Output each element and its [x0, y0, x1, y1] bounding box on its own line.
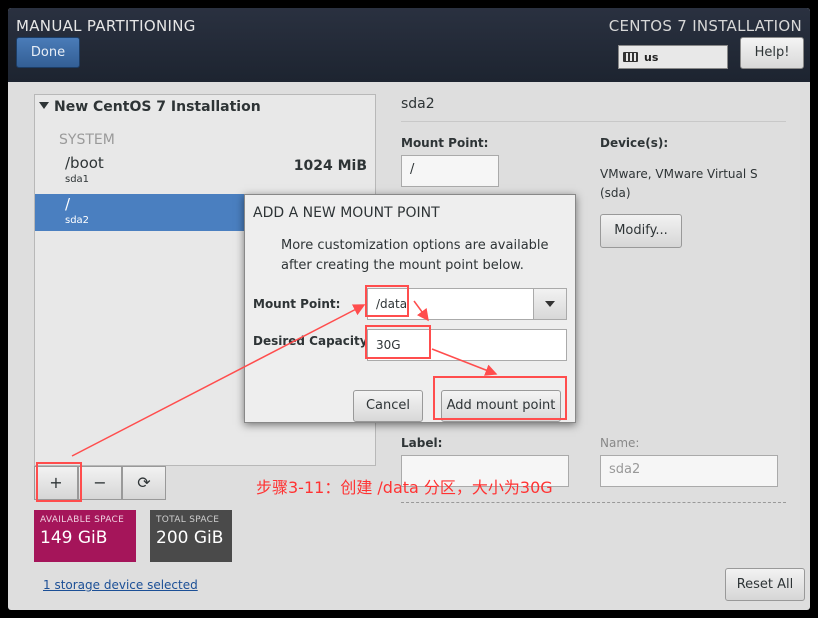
storage-devices-link[interactable]: 1 storage device selected — [43, 578, 198, 592]
available-space-box: AVAILABLE SPACE 149 GiB — [34, 510, 136, 562]
help-button[interactable]: Help! — [740, 37, 804, 69]
desired-capacity-input[interactable]: 30G — [367, 329, 567, 361]
keyboard-layout-label: us — [644, 50, 659, 64]
partition-device: sda2 — [65, 215, 90, 226]
installer-window: MANUAL PARTITIONING CENTOS 7 INSTALLATIO… — [8, 8, 810, 610]
installation-group-header[interactable]: New CentOS 7 Installation — [39, 99, 261, 115]
partition-device: sda1 — [65, 174, 90, 185]
partition-mount-point: / — [65, 195, 71, 213]
dialog-title: ADD A NEW MOUNT POINT — [253, 205, 440, 221]
available-space-value: 149 GiB — [40, 528, 108, 548]
total-space-box: TOTAL SPACE 200 GiB — [150, 510, 232, 562]
devices-value: VMware, VMware Virtual S (sda) — [600, 165, 758, 203]
mount-point-field[interactable]: / — [401, 155, 499, 187]
name-field[interactable]: sda2 — [600, 455, 778, 487]
chevron-down-icon[interactable] — [533, 289, 566, 319]
label-field-label: Label: — [401, 436, 443, 450]
partition-size: 1024 MiB — [293, 158, 367, 174]
desired-capacity-label: Desired Capacity: — [253, 334, 373, 348]
partition-row-boot[interactable]: /boot sda1 1024 MiB — [35, 153, 377, 190]
system-section-label: SYSTEM — [59, 132, 115, 148]
refresh-button[interactable]: ⟳ — [122, 466, 166, 500]
annotation-text: 步骤3-11：创建 /data 分区，大小为30G — [256, 478, 553, 497]
add-mount-point-dialog: ADD A NEW MOUNT POINT More customization… — [244, 194, 576, 423]
devices-label: Device(s): — [600, 136, 669, 150]
devices-line-1: VMware, VMware Virtual S — [600, 167, 758, 181]
partition-mount-point: /boot — [65, 154, 104, 172]
mount-point-combobox[interactable]: /data — [367, 288, 567, 320]
done-button[interactable]: Done — [16, 37, 80, 68]
keyboard-icon — [623, 52, 638, 62]
mount-point-label: Mount Point: — [253, 297, 341, 311]
partition-detail-title: sda2 — [401, 96, 435, 112]
header-bar: MANUAL PARTITIONING CENTOS 7 INSTALLATIO… — [8, 8, 810, 82]
installation-title: New CentOS 7 Installation — [54, 99, 261, 115]
remove-partition-button[interactable]: − — [78, 466, 122, 500]
add-partition-button[interactable]: + — [34, 466, 78, 500]
total-space-label: TOTAL SPACE — [156, 515, 220, 525]
divider — [401, 121, 786, 122]
cancel-button[interactable]: Cancel — [353, 390, 423, 422]
keyboard-layout-indicator[interactable]: us — [618, 45, 728, 69]
modify-button[interactable]: Modify... — [600, 214, 682, 248]
devices-line-2: (sda) — [600, 186, 631, 200]
dialog-description: More customization options are available… — [281, 238, 549, 273]
page-title: MANUAL PARTITIONING — [16, 17, 196, 35]
expander-triangle-icon — [39, 102, 49, 109]
reset-all-button[interactable]: Reset All — [725, 568, 805, 601]
divider — [401, 502, 786, 503]
total-space-value: 200 GiB — [156, 528, 224, 548]
mount-point-value: /data — [376, 297, 408, 311]
available-space-label: AVAILABLE SPACE — [40, 515, 125, 525]
installer-title: CENTOS 7 INSTALLATION — [608, 17, 802, 35]
add-mount-point-button[interactable]: Add mount point — [441, 390, 561, 422]
name-field-label: Name: — [600, 436, 640, 450]
mount-point-label: Mount Point: — [401, 136, 489, 150]
